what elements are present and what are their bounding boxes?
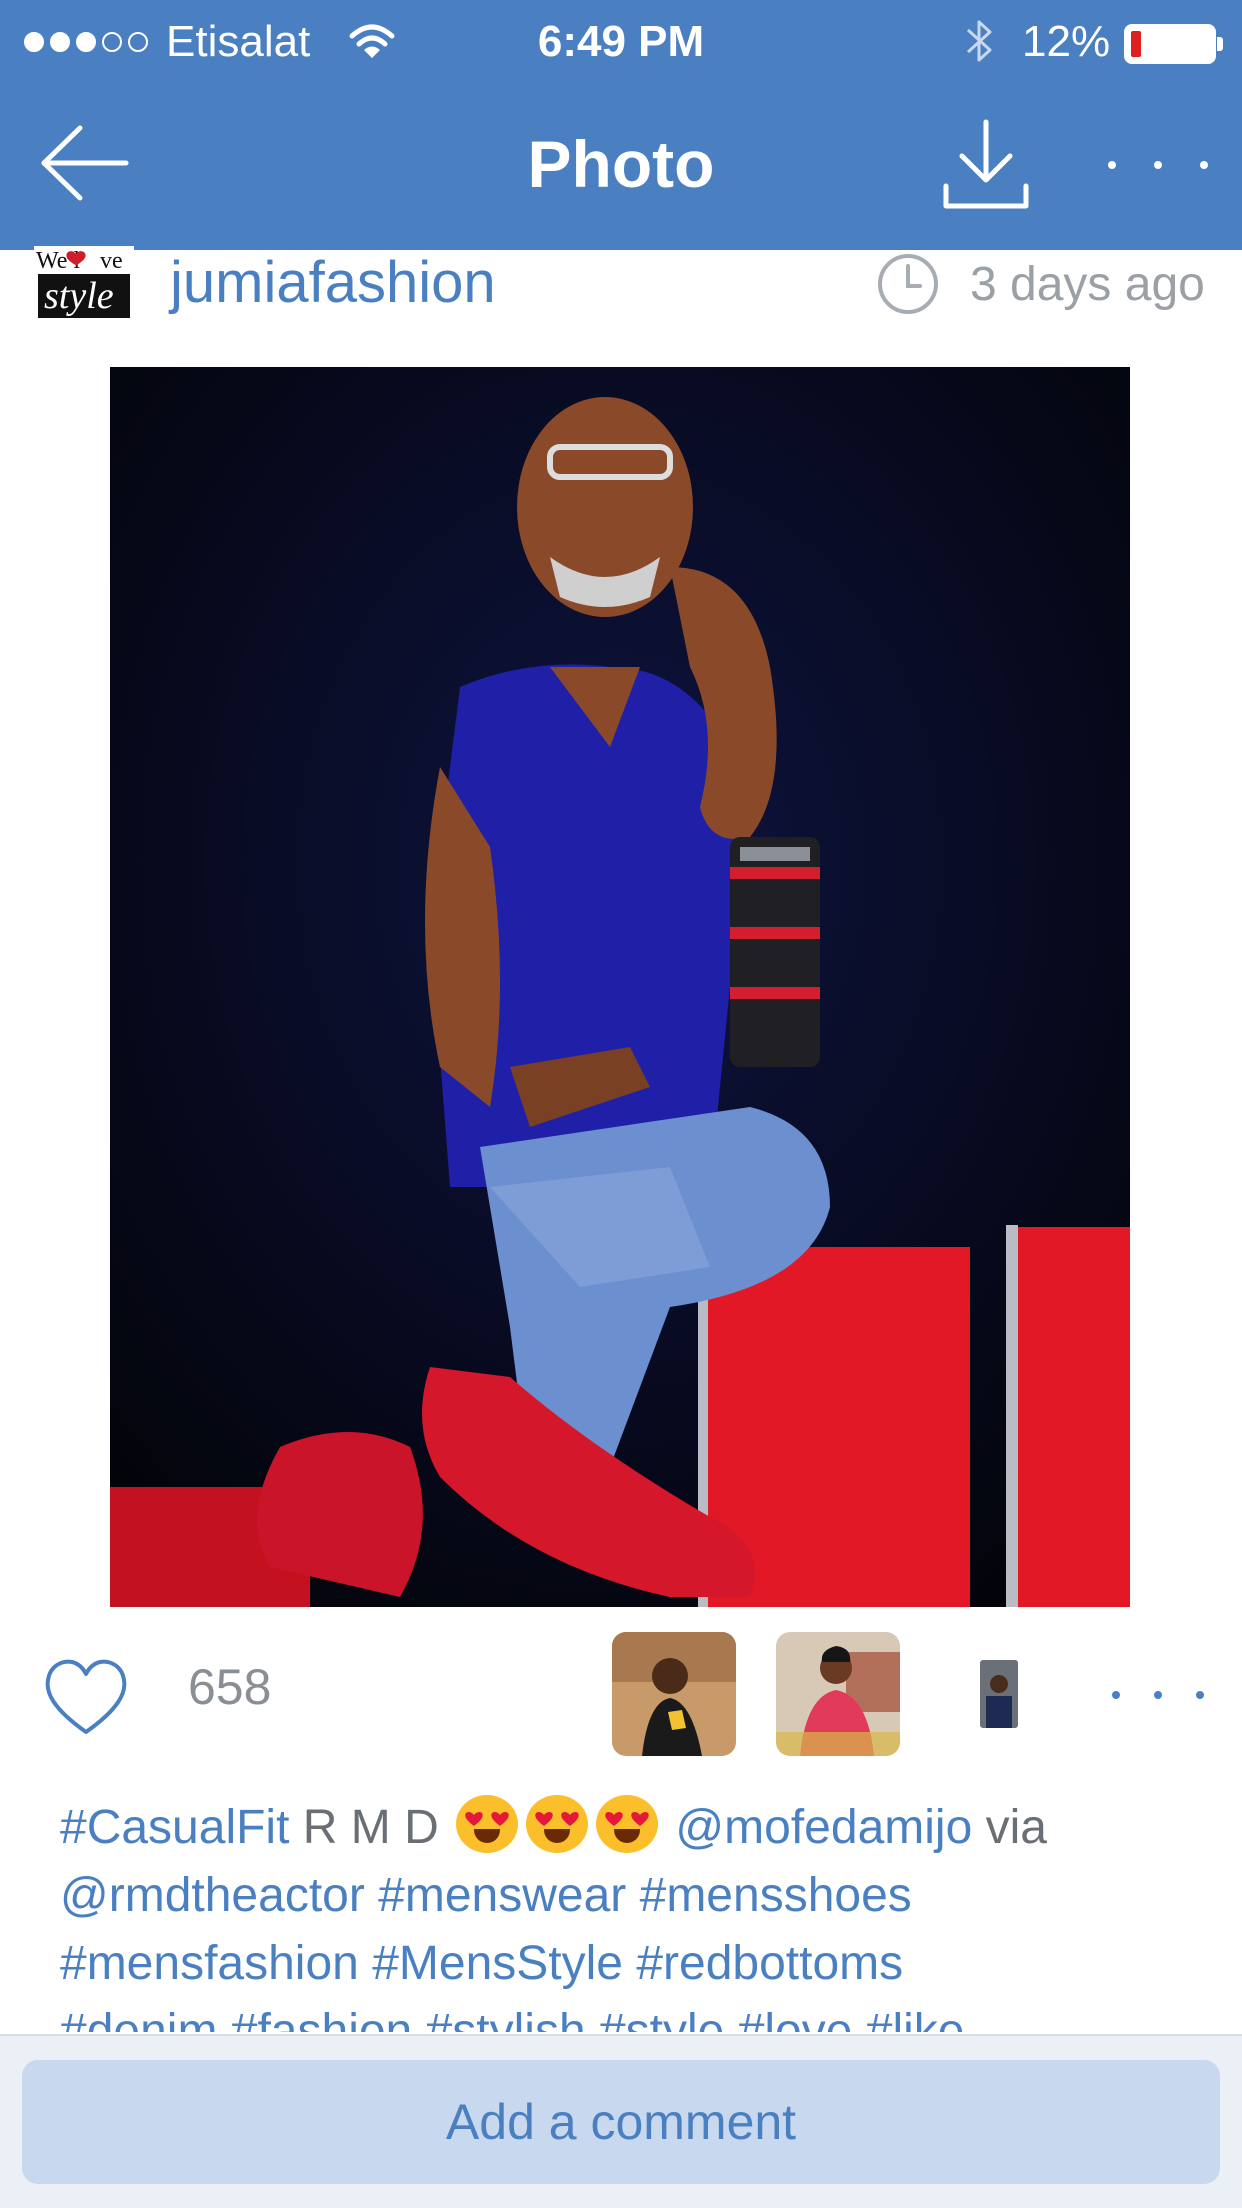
heart-eyes-emoji-icon	[526, 1795, 589, 1853]
page-title: Photo	[527, 127, 715, 201]
liker-avatar[interactable]	[980, 1660, 1018, 1728]
heart-eyes-emoji-icon	[456, 1795, 519, 1853]
app-header: Etisalat 6:49 PM 12% Photo	[0, 0, 1242, 250]
mention-link[interactable]: @rmdtheactor	[60, 1869, 365, 1922]
more-dots-icon	[1108, 161, 1116, 169]
post-caption: #CasualFit R M D @mofedamijo via @rmdthe…	[60, 1794, 1200, 2032]
hashtag[interactable]: #mensfashion	[60, 1937, 359, 1990]
battery-percent: 12%	[1022, 17, 1111, 66]
we-love-style-logo: We l ve style	[36, 248, 130, 318]
like-count: 658	[188, 1659, 272, 1715]
user-avatar-logo[interactable]: We l ve style	[34, 246, 134, 322]
more-likers-button[interactable]	[1112, 1688, 1204, 1702]
svg-text:ve: ve	[100, 248, 123, 274]
hashtag-list[interactable]: #denim #fashion #stylish #style #love #l…	[60, 2005, 965, 2032]
more-options-button[interactable]	[1108, 140, 1208, 190]
caption-text: R M D	[289, 1801, 453, 1854]
liker-avatar[interactable]	[612, 1632, 736, 1756]
clock-icon	[878, 254, 938, 314]
heart-eyes-emoji-icon	[596, 1795, 659, 1853]
hashtag[interactable]: #MensStyle	[359, 1937, 623, 1990]
caption-text: via	[972, 1801, 1047, 1854]
post-username[interactable]: jumiafashion	[170, 248, 496, 318]
download-icon[interactable]	[940, 116, 1032, 212]
photo-image	[110, 367, 1130, 1607]
svg-text:style: style	[44, 275, 114, 317]
comment-input[interactable]: Add a comment	[22, 2060, 1220, 2184]
hashtag[interactable]: #CasualFit	[60, 1801, 289, 1854]
liker-avatar[interactable]	[776, 1632, 900, 1756]
hashtag[interactable]: #redbottoms	[623, 1937, 903, 1990]
mention-link[interactable]: @mofedamijo	[662, 1801, 972, 1854]
bluetooth-icon	[966, 20, 992, 62]
post-time: 3 days ago	[970, 258, 1205, 311]
status-bar: Etisalat 6:49 PM 12%	[0, 0, 1242, 84]
hashtag[interactable]: #menswear	[365, 1869, 626, 1922]
comment-bar: Add a comment	[0, 2034, 1242, 2208]
heart-outline-icon[interactable]	[42, 1656, 130, 1738]
hashtag[interactable]: #mensshoes	[626, 1869, 912, 1922]
battery-fill	[1131, 31, 1141, 57]
post-photo[interactable]	[110, 367, 1130, 1607]
more-dots-icon	[1112, 1691, 1120, 1699]
battery-icon	[1124, 24, 1223, 64]
